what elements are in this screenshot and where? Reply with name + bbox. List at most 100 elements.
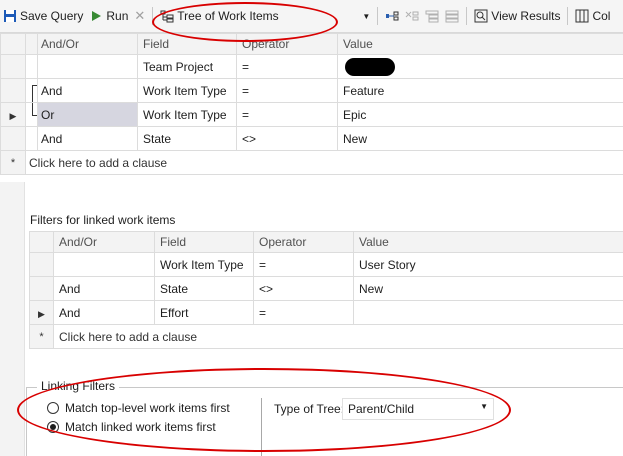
- andor-cell[interactable]: And: [37, 126, 138, 151]
- view-results-button[interactable]: View Results: [471, 4, 563, 28]
- column-header-andor[interactable]: And/Or: [53, 231, 155, 253]
- save-icon: [4, 10, 16, 22]
- operator-cell[interactable]: =: [253, 300, 354, 325]
- clause-row[interactable]: And Work Item Type = Feature: [0, 78, 623, 103]
- add-clause-link[interactable]: Click here to add a clause: [25, 150, 623, 175]
- andor-cell[interactable]: And: [53, 276, 155, 301]
- tree-icon: [160, 10, 174, 23]
- run-button[interactable]: Run: [86, 4, 131, 28]
- row-header[interactable]: [29, 252, 54, 277]
- row-header[interactable]: [0, 126, 26, 151]
- operator-cell[interactable]: =: [236, 102, 338, 127]
- expand-all-button[interactable]: [422, 4, 442, 28]
- operator-cell[interactable]: <>: [253, 276, 354, 301]
- toolbar-separator: [567, 7, 569, 25]
- clause-row-selected[interactable]: ▶ Or Work Item Type = Epic: [0, 102, 623, 127]
- radio-button-selected[interactable]: [47, 421, 59, 433]
- value-cell[interactable]: [337, 54, 623, 79]
- type-of-tree-value: Parent/Child: [348, 402, 415, 416]
- value-cell[interactable]: New: [337, 126, 623, 151]
- clause-row-selected[interactable]: ▶ And Effort =: [29, 300, 623, 325]
- group-cell: [25, 102, 38, 127]
- column-header-field[interactable]: Field: [137, 33, 237, 55]
- dropdown-icon: ▼: [362, 11, 371, 21]
- radio-button[interactable]: [47, 402, 59, 414]
- match-linked-radio[interactable]: Match linked work items first: [47, 420, 216, 434]
- operator-cell[interactable]: =: [236, 78, 338, 103]
- clause-row[interactable]: Work Item Type = User Story: [29, 252, 623, 277]
- query-toolbar: Save Query Run ✕ Tree of Work Items ▼ Vi…: [0, 0, 623, 33]
- main-query-grid: And/Or Field Operator Value Team Project…: [0, 33, 623, 175]
- row-header[interactable]: [29, 276, 54, 301]
- toolbar-separator: [466, 7, 468, 25]
- value-cell[interactable]: Epic: [337, 102, 623, 127]
- andor-cell[interactable]: [53, 252, 155, 277]
- row-header[interactable]: ▶: [29, 300, 54, 325]
- remove-link-button[interactable]: [402, 4, 422, 28]
- query-type-dropdown[interactable]: Tree of Work Items ▼: [157, 4, 373, 28]
- column-header-value[interactable]: Value: [353, 231, 623, 253]
- row-pointer-icon: ▶: [9, 110, 17, 121]
- value-cell[interactable]: [353, 300, 623, 325]
- clause-row[interactable]: Team Project =: [0, 54, 623, 79]
- group-cell: [25, 54, 38, 79]
- row-header[interactable]: [0, 78, 26, 103]
- grid-header: And/Or Field Operator Value: [0, 33, 623, 55]
- grouping-bracket: [32, 85, 37, 102]
- linked-query-grid: And/Or Field Operator Value Work Item Ty…: [29, 231, 623, 349]
- field-cell[interactable]: Team Project: [137, 54, 237, 79]
- clause-row[interactable]: And State <> New: [0, 126, 623, 151]
- operator-cell[interactable]: =: [253, 252, 354, 277]
- save-query-label: Save Query: [20, 9, 84, 23]
- new-row-icon: *: [0, 150, 26, 175]
- toolbar-separator: [377, 7, 379, 25]
- match-top-level-radio[interactable]: Match top-level work items first: [47, 401, 230, 415]
- options-divider: [261, 398, 262, 456]
- field-cell[interactable]: State: [137, 126, 237, 151]
- add-link-button[interactable]: [382, 4, 402, 28]
- expand-icon: [425, 10, 439, 23]
- view-results-label: View Results: [491, 9, 561, 23]
- column-header-value[interactable]: Value: [337, 33, 623, 55]
- value-cell[interactable]: New: [353, 276, 623, 301]
- column-options-icon: [575, 9, 589, 23]
- column-header-operator[interactable]: Operator: [236, 33, 338, 55]
- andor-cell[interactable]: [37, 54, 138, 79]
- column-header-field[interactable]: Field: [154, 231, 254, 253]
- cancel-button[interactable]: ✕: [131, 4, 148, 28]
- value-cell[interactable]: User Story: [353, 252, 623, 277]
- save-query-button[interactable]: Save Query: [0, 4, 86, 28]
- field-cell[interactable]: Effort: [154, 300, 254, 325]
- andor-cell[interactable]: Or: [37, 102, 138, 127]
- group-cell: [25, 78, 38, 103]
- field-cell[interactable]: State: [154, 276, 254, 301]
- field-cell[interactable]: Work Item Type: [137, 78, 237, 103]
- toolbar-separator: [152, 7, 154, 25]
- andor-cell[interactable]: And: [37, 78, 138, 103]
- field-cell[interactable]: Work Item Type: [137, 102, 237, 127]
- column-header-andor[interactable]: And/Or: [37, 33, 138, 55]
- cancel-icon: ✕: [134, 8, 146, 23]
- collapse-all-button[interactable]: [442, 4, 462, 28]
- query-type-label: Tree of Work Items: [177, 9, 279, 23]
- row-header[interactable]: ▶: [0, 102, 26, 127]
- value-cell[interactable]: Feature: [337, 78, 623, 103]
- group-border-left: [26, 387, 27, 456]
- andor-cell[interactable]: And: [53, 300, 155, 325]
- add-clause-link[interactable]: Click here to add a clause: [53, 324, 623, 349]
- row-header[interactable]: [0, 54, 26, 79]
- operator-cell[interactable]: =: [236, 54, 338, 79]
- run-label: Run: [106, 9, 129, 23]
- row-header-corner: [29, 231, 54, 253]
- field-cell[interactable]: Work Item Type: [154, 252, 254, 277]
- type-of-tree-select[interactable]: Parent/Child ▼: [342, 398, 494, 420]
- add-clause-row[interactable]: * Click here to add a clause: [29, 324, 623, 349]
- clause-row[interactable]: And State <> New: [29, 276, 623, 301]
- operator-cell[interactable]: <>: [236, 126, 338, 151]
- column-options-button[interactable]: Col: [572, 4, 613, 28]
- view-results-icon: [474, 9, 488, 23]
- group-column-header: [25, 33, 38, 55]
- column-header-operator[interactable]: Operator: [253, 231, 354, 253]
- add-clause-row[interactable]: * Click here to add a clause: [0, 150, 623, 175]
- linked-filters-title: Filters for linked work items: [30, 213, 176, 227]
